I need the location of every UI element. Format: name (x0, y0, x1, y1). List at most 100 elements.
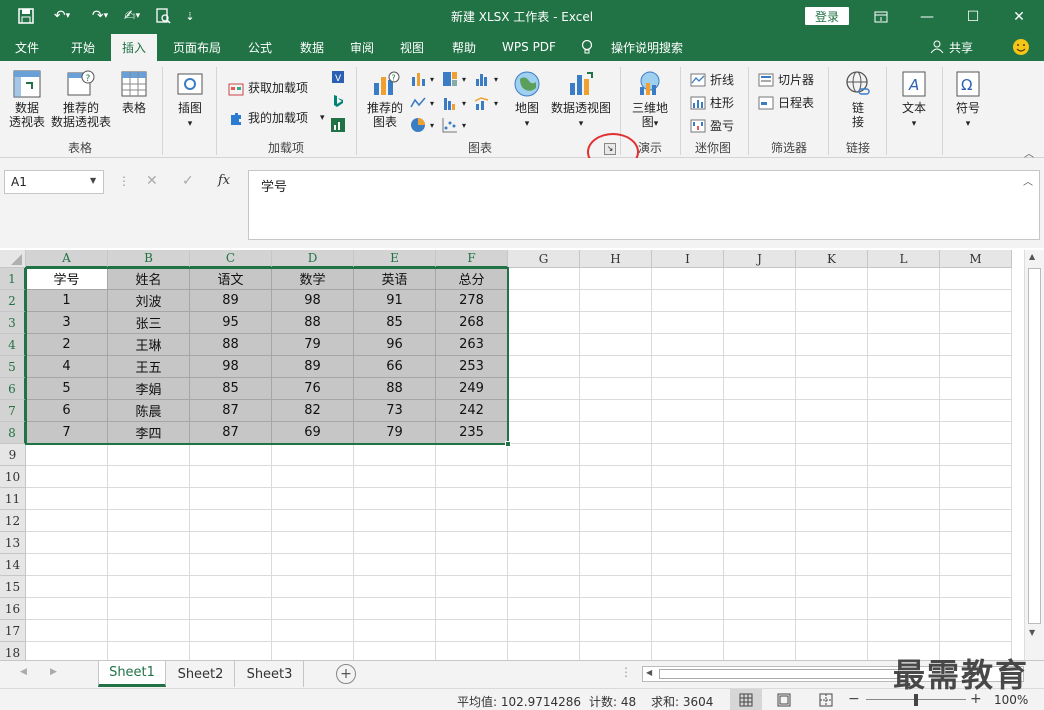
cell-d17[interactable] (272, 620, 354, 642)
maximize-icon[interactable]: ☐ (950, 0, 996, 33)
cell-c2[interactable]: 89 (190, 290, 272, 312)
cell-i3[interactable] (652, 312, 724, 334)
row-header-6[interactable]: 6 (0, 378, 26, 400)
column-header-m[interactable]: M (940, 250, 1012, 268)
cell-d9[interactable] (272, 444, 354, 466)
column-header-g[interactable]: G (508, 250, 580, 268)
cell-i1[interactable] (652, 268, 724, 290)
cell-j13[interactable] (724, 532, 796, 554)
column-header-l[interactable]: L (868, 250, 940, 268)
my-addins-button[interactable]: 我的加载项 ▾ (228, 109, 325, 126)
zoom-out-icon[interactable]: − (848, 691, 860, 707)
cell-b10[interactable] (108, 466, 190, 488)
touch-mode-icon[interactable]: ✍ ▾ (118, 5, 146, 27)
column-header-c[interactable]: C (190, 250, 272, 268)
cell-f11[interactable] (436, 488, 508, 510)
table-button[interactable]: 表格 (114, 69, 154, 115)
cell-h3[interactable] (580, 312, 652, 334)
cell-g2[interactable] (508, 290, 580, 312)
cell-e1[interactable]: 英语 (354, 268, 436, 290)
cell-c10[interactable] (190, 466, 272, 488)
cell-d8[interactable]: 69 (272, 422, 354, 444)
cell-a5[interactable]: 4 (26, 356, 108, 378)
cell-g3[interactable] (508, 312, 580, 334)
3d-map-button[interactable]: 三维地 图▾ (628, 69, 672, 131)
cell-l8[interactable] (868, 422, 940, 444)
cell-g1[interactable] (508, 268, 580, 290)
cell-l7[interactable] (868, 400, 940, 422)
cell-k13[interactable] (796, 532, 868, 554)
cell-f8[interactable]: 235 (436, 422, 508, 444)
cell-k6[interactable] (796, 378, 868, 400)
bing-icon[interactable] (330, 93, 346, 109)
cell-k5[interactable] (796, 356, 868, 378)
cell-l2[interactable] (868, 290, 940, 312)
pivot-table-button[interactable]: 数据 透视表 (6, 69, 48, 129)
column-header-b[interactable]: B (108, 250, 190, 268)
cell-j9[interactable] (724, 444, 796, 466)
cell-j10[interactable] (724, 466, 796, 488)
cell-m3[interactable] (940, 312, 1012, 334)
column-chart-button[interactable]: ▾ (410, 71, 434, 87)
cell-l6[interactable] (868, 378, 940, 400)
cell-k7[interactable] (796, 400, 868, 422)
worksheet-grid[interactable]: ABCDEFGHIJKLM 1 2 3 4 5 6 7 8 9 10 11 12 13 14 15 16 17 1… (0, 250, 1044, 660)
cell-e4[interactable]: 96 (354, 334, 436, 356)
cell-m10[interactable] (940, 466, 1012, 488)
cell-k11[interactable] (796, 488, 868, 510)
cell-g13[interactable] (508, 532, 580, 554)
cell-f1[interactable]: 总分 (436, 268, 508, 290)
page-layout-view-icon[interactable] (776, 692, 792, 710)
cell-a11[interactable] (26, 488, 108, 510)
cell-b11[interactable] (108, 488, 190, 510)
cell-j2[interactable] (724, 290, 796, 312)
cell-i5[interactable] (652, 356, 724, 378)
fill-handle[interactable] (505, 441, 511, 447)
cell-h2[interactable] (580, 290, 652, 312)
cell-l10[interactable] (868, 466, 940, 488)
cell-g17[interactable] (508, 620, 580, 642)
cell-h1[interactable] (580, 268, 652, 290)
close-icon[interactable]: ✕ (996, 0, 1042, 33)
cell-c16[interactable] (190, 598, 272, 620)
cell-e5[interactable]: 66 (354, 356, 436, 378)
next-sheet-icon[interactable]: ▶ (50, 667, 57, 677)
select-all-corner[interactable] (0, 250, 26, 268)
hierarchy-chart-button[interactable]: ▾ (442, 71, 466, 87)
cell-g15[interactable] (508, 576, 580, 598)
cell-l5[interactable] (868, 356, 940, 378)
cell-m1[interactable] (940, 268, 1012, 290)
print-preview-icon[interactable] (150, 5, 176, 27)
cell-a4[interactable]: 2 (26, 334, 108, 356)
cell-d14[interactable] (272, 554, 354, 576)
sheet-tab-2[interactable]: Sheet2 (167, 661, 235, 687)
cell-h10[interactable] (580, 466, 652, 488)
prev-sheet-icon[interactable]: ◀ (20, 667, 27, 677)
cell-g6[interactable] (508, 378, 580, 400)
column-header-k[interactable]: K (796, 250, 868, 268)
cell-j8[interactable] (724, 422, 796, 444)
cell-l13[interactable] (868, 532, 940, 554)
cell-m9[interactable] (940, 444, 1012, 466)
sparkline-winloss-button[interactable]: 盈亏 (690, 117, 734, 134)
visio-icon[interactable]: V (330, 69, 346, 85)
cell-c15[interactable] (190, 576, 272, 598)
cell-i15[interactable] (652, 576, 724, 598)
cell-m13[interactable] (940, 532, 1012, 554)
cell-a10[interactable] (26, 466, 108, 488)
cell-b16[interactable] (108, 598, 190, 620)
cell-m16[interactable] (940, 598, 1012, 620)
column-header-a[interactable]: A (26, 250, 108, 268)
insert-function-icon[interactable]: fx (218, 173, 230, 188)
cell-b1[interactable]: 姓名 (108, 268, 190, 290)
cell-m15[interactable] (940, 576, 1012, 598)
link-button[interactable]: 链 接 (838, 69, 878, 129)
combo-chart-button[interactable]: ▾ (474, 95, 498, 111)
sparkline-column-button[interactable]: 柱形 (690, 94, 734, 111)
cell-h17[interactable] (580, 620, 652, 642)
cell-f2[interactable]: 278 (436, 290, 508, 312)
cell-k9[interactable] (796, 444, 868, 466)
cell-j6[interactable] (724, 378, 796, 400)
cell-l15[interactable] (868, 576, 940, 598)
column-header-e[interactable]: E (354, 250, 436, 268)
